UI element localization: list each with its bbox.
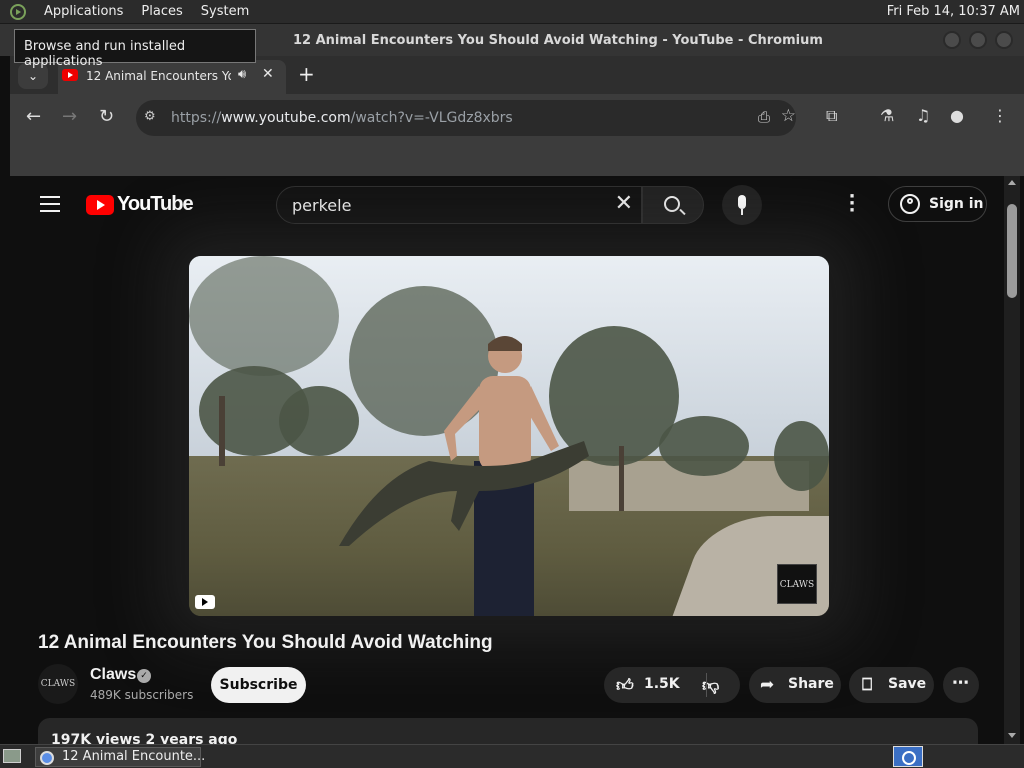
url-text[interactable]: https://www.youtube.com/watch?v=-VLGdz8x… bbox=[171, 110, 513, 126]
bookmark-icon: ⎕ bbox=[862, 675, 873, 695]
profile-icon[interactable]: ● bbox=[950, 106, 964, 125]
share-button[interactable]: ➦ Share bbox=[749, 667, 841, 703]
channel-watermark[interactable]: CLAWS bbox=[777, 564, 817, 604]
scrollbar-thumb[interactable] bbox=[1007, 204, 1017, 298]
voice-search-button[interactable] bbox=[722, 185, 762, 225]
bookmark-bar bbox=[10, 142, 1024, 176]
back-icon[interactable]: ← bbox=[26, 106, 41, 127]
search-query[interactable]: perkele bbox=[292, 196, 351, 215]
system-menu[interactable]: System bbox=[201, 4, 249, 19]
youtube-play-logo-icon bbox=[86, 195, 114, 215]
taskbar-window-button[interactable]: 12 Animal Encounte... bbox=[35, 747, 205, 767]
install-app-icon[interactable]: ⎙ bbox=[758, 108, 770, 126]
address-bar[interactable]: ⚙ https://www.youtube.com/watch?v=-VLGdz… bbox=[136, 100, 796, 136]
chromium-icon bbox=[40, 751, 54, 765]
more-actions-button[interactable]: ⋯ bbox=[943, 667, 979, 703]
audio-playing-icon[interactable]: 🔊︎ bbox=[238, 67, 246, 82]
close-window-button[interactable] bbox=[995, 31, 1013, 49]
extensions-icon[interactable]: ⧉ bbox=[826, 106, 837, 126]
microphone-icon bbox=[738, 195, 746, 209]
thumbs-down-icon: 👎︎ bbox=[702, 676, 720, 696]
labs-flask-icon[interactable]: ⚗ bbox=[880, 106, 894, 125]
show-desktop-icon[interactable] bbox=[3, 749, 21, 763]
clock[interactable]: Fri Feb 14, 10:37 AM bbox=[887, 4, 1020, 19]
thumbs-up-icon: 👍︎ bbox=[616, 676, 634, 696]
sign-in-button[interactable]: Sign in bbox=[888, 186, 987, 222]
search-input[interactable]: perkele ✕ bbox=[276, 186, 642, 224]
scroll-up-icon[interactable] bbox=[1008, 180, 1016, 185]
video-player[interactable]: CLAWS bbox=[189, 256, 829, 616]
applications-menu-icon[interactable] bbox=[10, 3, 26, 20]
taskbar: 12 Animal Encounte... bbox=[0, 744, 1024, 768]
close-tab-icon[interactable]: ✕ bbox=[262, 66, 274, 82]
search-icon bbox=[664, 196, 680, 212]
account-icon bbox=[900, 194, 920, 214]
like-button[interactable]: 👍︎ bbox=[616, 675, 634, 696]
dislike-button[interactable]: 👎︎ bbox=[702, 675, 719, 696]
subscribe-button[interactable]: Subscribe bbox=[211, 667, 306, 703]
like-dislike-group: 👍︎ 1.5K 👎︎ bbox=[604, 667, 740, 703]
verified-badge-icon: ✓ bbox=[137, 669, 151, 683]
page-scrollbar[interactable] bbox=[1004, 176, 1020, 744]
more-horizontal-icon: ⋯ bbox=[952, 673, 969, 693]
maximize-button[interactable] bbox=[969, 31, 987, 49]
channel-avatar[interactable]: CLAWS bbox=[38, 664, 78, 704]
save-button[interactable]: ⎕ Save bbox=[849, 667, 934, 703]
youtube-watermark-icon bbox=[195, 595, 215, 609]
minimize-button[interactable] bbox=[943, 31, 961, 49]
tab-label: 12 Animal Encounters You Should Avoid Wa… bbox=[86, 69, 231, 83]
places-menu[interactable]: Places bbox=[141, 4, 182, 19]
applications-menu[interactable]: Applications bbox=[44, 4, 123, 19]
site-info-icon[interactable]: ⚙ bbox=[144, 109, 156, 124]
tray-chromium-icon[interactable] bbox=[893, 746, 923, 767]
chevron-down-icon: ⌄ bbox=[27, 69, 39, 83]
bookmark-star-icon[interactable]: ☆ bbox=[781, 106, 796, 126]
view-count-date: 197K views 2 years ago bbox=[51, 732, 238, 744]
channel-name[interactable]: Claws bbox=[90, 666, 136, 684]
guide-menu-icon[interactable] bbox=[40, 196, 60, 212]
youtube-page: YouTube perkele ✕ · · · Sign in CLAWS 12… bbox=[14, 176, 1004, 744]
scroll-down-icon[interactable] bbox=[1008, 733, 1016, 738]
new-tab-button[interactable]: + bbox=[298, 62, 315, 86]
clear-search-icon[interactable]: ✕ bbox=[615, 191, 633, 216]
search-button[interactable] bbox=[642, 186, 704, 224]
media-controls-icon[interactable]: ♫ bbox=[916, 106, 930, 125]
description-box[interactable]: 197K views 2 years ago bbox=[38, 718, 978, 744]
browser-menu-icon[interactable]: ⋮ bbox=[992, 106, 1008, 125]
like-count[interactable]: 1.5K bbox=[644, 676, 680, 692]
browser-toolbar: ← → ↻ ⚙ https://www.youtube.com/watch?v=… bbox=[10, 94, 1024, 142]
window-title: 12 Animal Encounters You Should Avoid Wa… bbox=[293, 33, 823, 48]
person-holding-alligator-image bbox=[339, 336, 589, 616]
reload-icon[interactable]: ↻ bbox=[99, 106, 114, 127]
forward-icon[interactable]: → bbox=[62, 106, 77, 127]
share-icon: ➦ bbox=[760, 675, 775, 695]
top-panel: Applications Places System Fri Feb 14, 1… bbox=[0, 0, 1024, 24]
subscriber-count: 489K subscribers bbox=[90, 688, 194, 702]
settings-kebab-icon[interactable]: · · · bbox=[848, 188, 856, 220]
video-title: 12 Animal Encounters You Should Avoid Wa… bbox=[38, 632, 493, 653]
youtube-favicon-icon bbox=[62, 69, 78, 81]
tooltip: Browse and run installed applications bbox=[14, 29, 256, 69]
